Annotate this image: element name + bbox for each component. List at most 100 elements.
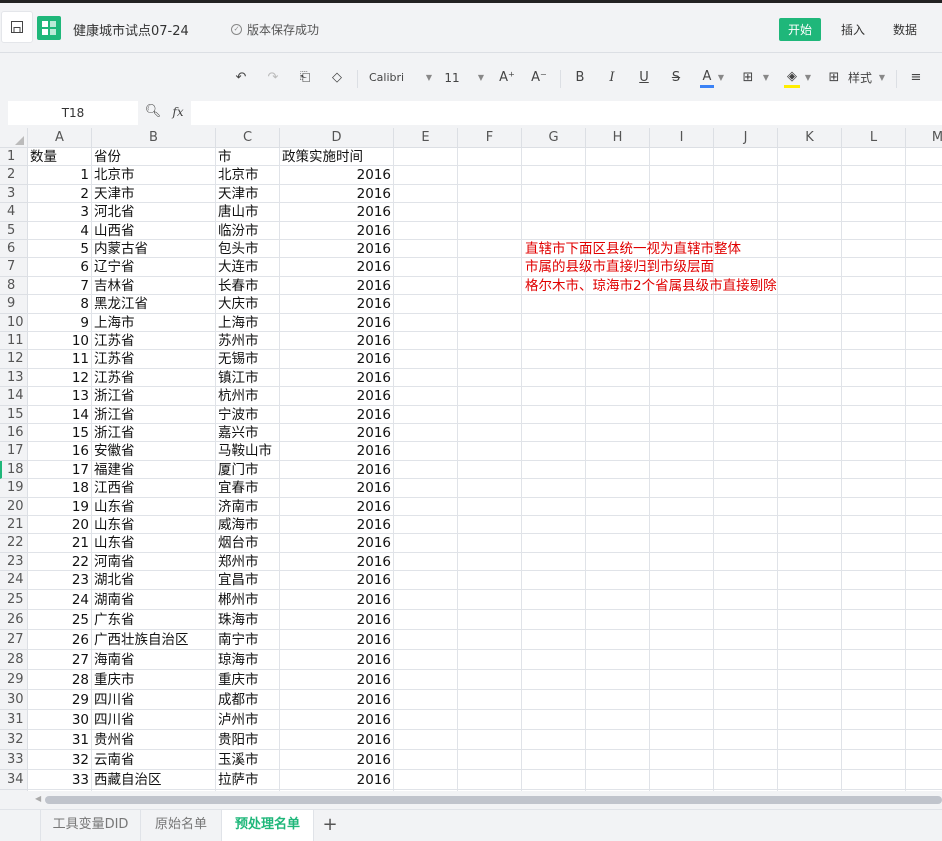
underline-button[interactable]: U bbox=[637, 68, 651, 88]
cell[interactable] bbox=[778, 313, 842, 332]
cell[interactable] bbox=[842, 276, 906, 296]
cell[interactable] bbox=[650, 442, 714, 461]
font-color-button[interactable]: A bbox=[700, 68, 714, 88]
data-cell[interactable]: 2016 bbox=[280, 769, 394, 790]
cell[interactable] bbox=[522, 442, 586, 461]
row-header-24[interactable]: 24 bbox=[0, 571, 28, 590]
data-cell[interactable]: 浙江省 bbox=[92, 387, 216, 406]
data-cell[interactable]: 2016 bbox=[280, 669, 394, 690]
cell[interactable] bbox=[586, 552, 650, 572]
cell[interactable] bbox=[586, 148, 650, 167]
row-header-5[interactable]: 5 bbox=[0, 221, 28, 240]
cell[interactable] bbox=[394, 221, 458, 240]
data-cell[interactable]: 湖南省 bbox=[92, 589, 216, 610]
data-cell[interactable]: 2016 bbox=[280, 442, 394, 461]
cell[interactable] bbox=[522, 649, 586, 670]
cell[interactable] bbox=[586, 497, 650, 516]
cell[interactable] bbox=[778, 184, 842, 204]
cell[interactable] bbox=[586, 729, 650, 750]
data-cell[interactable]: 嘉兴市 bbox=[216, 424, 280, 443]
cell[interactable] bbox=[778, 258, 842, 277]
cell[interactable] bbox=[842, 497, 906, 516]
cell[interactable] bbox=[522, 497, 586, 516]
cell[interactable] bbox=[842, 689, 906, 710]
cell[interactable] bbox=[842, 424, 906, 443]
fill-caret-icon[interactable]: ▼ bbox=[803, 68, 813, 88]
column-header-j[interactable]: J bbox=[714, 128, 778, 148]
cell[interactable] bbox=[842, 240, 906, 259]
cell[interactable] bbox=[906, 710, 942, 730]
decrease-font-button[interactable]: A⁻ bbox=[530, 68, 548, 88]
cell[interactable] bbox=[906, 479, 942, 498]
data-cell[interactable]: 河北省 bbox=[92, 203, 216, 222]
cell[interactable] bbox=[650, 629, 714, 650]
cell[interactable] bbox=[842, 184, 906, 204]
cell[interactable] bbox=[906, 770, 942, 790]
data-cell[interactable]: 2016 bbox=[280, 203, 394, 222]
cell[interactable] bbox=[906, 295, 942, 314]
cell[interactable] bbox=[650, 368, 714, 388]
data-cell[interactable]: 无锡市 bbox=[216, 350, 280, 369]
row-header-34[interactable]: 34 bbox=[0, 769, 28, 790]
cell[interactable] bbox=[906, 277, 942, 296]
cell[interactable] bbox=[842, 460, 906, 480]
cell[interactable] bbox=[586, 442, 650, 461]
cell[interactable] bbox=[714, 350, 778, 369]
cell[interactable] bbox=[650, 729, 714, 750]
strikethrough-button[interactable]: S bbox=[669, 68, 683, 88]
cell[interactable] bbox=[714, 258, 778, 277]
cell[interactable] bbox=[522, 221, 586, 240]
row-header-1[interactable]: 1 bbox=[0, 148, 28, 167]
cell[interactable] bbox=[714, 295, 778, 314]
cell[interactable] bbox=[458, 689, 522, 710]
cell[interactable] bbox=[522, 669, 586, 690]
cell[interactable] bbox=[778, 571, 842, 590]
cell[interactable] bbox=[714, 424, 778, 443]
cell[interactable] bbox=[778, 387, 842, 406]
cell[interactable] bbox=[586, 689, 650, 710]
data-cell[interactable]: 浙江省 bbox=[92, 405, 216, 424]
data-cell[interactable]: 临汾市 bbox=[216, 221, 280, 240]
scrollbar-thumb[interactable] bbox=[45, 796, 942, 804]
cell[interactable] bbox=[458, 769, 522, 790]
column-header-i[interactable]: I bbox=[650, 128, 714, 148]
data-cell[interactable]: 10 bbox=[28, 332, 92, 351]
header-cell[interactable]: 政策实施时间 bbox=[280, 148, 394, 167]
cell[interactable] bbox=[394, 729, 458, 750]
cell[interactable] bbox=[778, 534, 842, 553]
row-header-7[interactable]: 7 bbox=[0, 258, 28, 277]
cell[interactable] bbox=[714, 166, 778, 185]
cell[interactable] bbox=[522, 460, 586, 480]
data-cell[interactable]: 辽宁省 bbox=[92, 258, 216, 277]
cell[interactable] bbox=[522, 350, 586, 369]
cell[interactable] bbox=[842, 313, 906, 332]
cell[interactable] bbox=[458, 368, 522, 388]
cell[interactable] bbox=[906, 670, 942, 690]
cell[interactable] bbox=[778, 749, 842, 770]
cell[interactable] bbox=[458, 460, 522, 480]
cell[interactable] bbox=[522, 729, 586, 750]
cell[interactable] bbox=[458, 221, 522, 240]
cell[interactable] bbox=[714, 709, 778, 730]
cell[interactable] bbox=[458, 203, 522, 222]
data-cell[interactable]: 江苏省 bbox=[92, 350, 216, 369]
font-caret-icon[interactable]: ▼ bbox=[424, 68, 434, 88]
data-cell[interactable]: 12 bbox=[28, 368, 92, 388]
data-cell[interactable]: 泸州市 bbox=[216, 709, 280, 730]
row-header-25[interactable]: 25 bbox=[0, 589, 28, 610]
cell[interactable] bbox=[906, 690, 942, 710]
data-cell[interactable]: 2016 bbox=[280, 479, 394, 498]
cell[interactable] bbox=[522, 516, 586, 535]
cell[interactable] bbox=[778, 424, 842, 443]
cell[interactable] bbox=[906, 240, 942, 259]
data-cell[interactable]: 2016 bbox=[280, 460, 394, 480]
cell[interactable] bbox=[714, 629, 778, 650]
cell[interactable] bbox=[394, 749, 458, 770]
cell[interactable] bbox=[586, 184, 650, 204]
cell[interactable] bbox=[906, 350, 942, 369]
cell[interactable] bbox=[394, 424, 458, 443]
cell[interactable] bbox=[778, 609, 842, 630]
cell[interactable] bbox=[778, 460, 842, 480]
cell[interactable] bbox=[842, 295, 906, 314]
cell[interactable] bbox=[394, 609, 458, 630]
